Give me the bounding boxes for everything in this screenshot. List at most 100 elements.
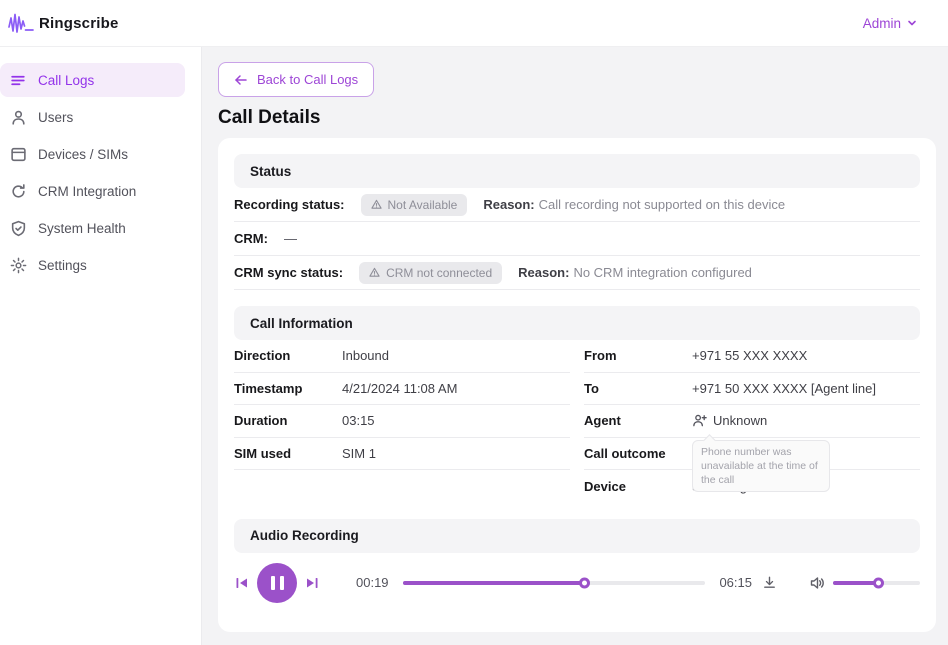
crm-sync-status-label: CRM sync status: [234,265,343,280]
back-button-label: Back to Call Logs [257,72,358,87]
sidebar-item-label: Users [38,110,73,125]
direction-label: Direction [234,348,342,363]
back-to-call-logs-button[interactable]: Back to Call Logs [218,62,374,97]
crm-value: — [284,231,297,246]
timestamp-label: Timestamp [234,381,342,396]
sidebar-item-settings[interactable]: Settings [0,248,185,282]
admin-user-menu[interactable]: Admin [863,16,918,31]
sidebar-item-label: CRM Integration [38,184,136,199]
system-health-shield-icon [10,220,27,237]
reason-text: Call recording not supported on this dev… [539,197,785,212]
device-label: Device [584,479,692,494]
sim-used-row: SIM used SIM 1 [234,438,570,471]
admin-user-menu-label: Admin [863,16,901,31]
from-value: +971 55 XXX XXXX [692,348,807,363]
sidebar-item-label: System Health [38,221,126,236]
from-row: From +971 55 XXX XXXX [584,340,920,373]
call-information-right-column: From +971 55 XXX XXXX To +971 50 XXX XXX… [584,340,920,503]
sidebar: Call Logs Users Devices / SIMs CRM Integ… [0,47,202,645]
sidebar-item-call-logs[interactable]: Call Logs [0,63,185,97]
brand-logo: Ringscribe [8,12,119,34]
status-section-header: Status [234,154,920,188]
sidebar-item-label: Devices / SIMs [38,147,128,162]
warning-triangle-icon [369,267,380,278]
pause-icon [271,576,275,590]
devices-icon [10,146,27,163]
sim-used-value: SIM 1 [342,446,376,461]
audio-recording-section-title: Audio Recording [250,528,359,543]
audio-player: 00:19 06:15 [234,557,920,609]
seek-bar[interactable] [403,581,706,585]
crm-sync-status-row: CRM sync status: CRM not connected Reaso… [234,256,920,290]
call-outcome-row: Call outcome Phone number was unavailabl… [584,438,920,471]
skip-back-button[interactable] [234,575,250,591]
crm-sync-status-badge-label: CRM not connected [386,267,492,279]
call-details-card: Status Recording status: Not Available R… [218,138,936,632]
reason-label: Reason: [518,265,569,280]
duration-label: Duration [234,413,342,428]
crm-sync-icon [10,183,27,200]
skip-forward-icon [304,575,320,591]
sidebar-item-devices-sims[interactable]: Devices / SIMs [0,137,185,171]
direction-value: Inbound [342,348,389,363]
recording-status-badge-label: Not Available [388,199,458,211]
timestamp-value: 4/21/2024 11:08 AM [342,381,457,396]
call-information-left-column: Direction Inbound Timestamp 4/21/2024 11… [234,340,570,503]
duration-row: Duration 03:15 [234,405,570,438]
direction-row: Direction Inbound [234,340,570,373]
duration-value: 03:15 [342,413,375,428]
skip-forward-button[interactable] [304,575,320,591]
recording-status-label: Recording status: [234,197,345,212]
call-information-grid: Direction Inbound Timestamp 4/21/2024 11… [234,340,920,503]
volume-slider[interactable] [833,581,920,585]
recording-status-badge: Not Available [361,194,468,216]
crm-label: CRM: [234,231,268,246]
call-information-section-title: Call Information [250,316,353,331]
skip-back-icon [234,575,250,591]
elapsed-time: 00:19 [356,575,389,590]
total-duration: 06:15 [719,575,752,590]
crm-sync-reason: Reason:No CRM integration configured [518,265,752,280]
sidebar-item-label: Call Logs [38,73,94,88]
chevron-down-icon [906,17,918,29]
sidebar-item-label: Settings [38,258,87,273]
page-title: Call Details [218,107,936,129]
reason-label: Reason: [483,197,534,212]
audio-recording-section-header: Audio Recording [234,519,920,553]
call-outcome-label: Call outcome [584,446,692,461]
agent-value-text: Unknown [713,413,767,428]
status-section-title: Status [250,164,291,179]
crm-sync-status-badge: CRM not connected [359,262,502,284]
volume-thumb[interactable] [873,577,884,588]
download-button[interactable] [762,575,777,590]
volume-icon[interactable] [809,575,825,591]
to-row: To +971 50 XXX XXXX [Agent line] [584,373,920,406]
timestamp-row: Timestamp 4/21/2024 11:08 AM [234,373,570,406]
arrow-left-icon [234,74,248,86]
seek-bar-fill [403,581,585,585]
recording-status-row: Recording status: Not Available Reason: C… [234,188,920,222]
agent-value: Unknown [692,413,767,428]
agent-label: Agent [584,413,692,428]
sidebar-item-crm-integration[interactable]: CRM Integration [0,174,185,208]
main-content: Back to Call Logs Call Details Status Re… [202,47,948,645]
download-icon [762,575,777,590]
volume-slider-fill [833,581,878,585]
brand-name: Ringscribe [39,15,119,32]
seek-thumb[interactable] [579,577,590,588]
users-icon [10,109,27,126]
sim-used-label: SIM used [234,446,342,461]
waveform-logo-icon [8,12,34,34]
from-label: From [584,348,692,363]
call-information-section-header: Call Information [234,306,920,340]
call-outcome-tooltip: Phone number was unavailable at the time… [692,440,830,493]
user-plus-icon [692,413,707,428]
to-value: +971 50 XXX XXXX [Agent line] [692,381,876,396]
sidebar-item-users[interactable]: Users [0,100,185,134]
sidebar-item-system-health[interactable]: System Health [0,211,185,245]
crm-row: CRM: — [234,222,920,256]
to-label: To [584,381,692,396]
warning-triangle-icon [371,199,382,210]
agent-row: Agent Unknown [584,405,920,438]
pause-button[interactable] [257,563,297,603]
